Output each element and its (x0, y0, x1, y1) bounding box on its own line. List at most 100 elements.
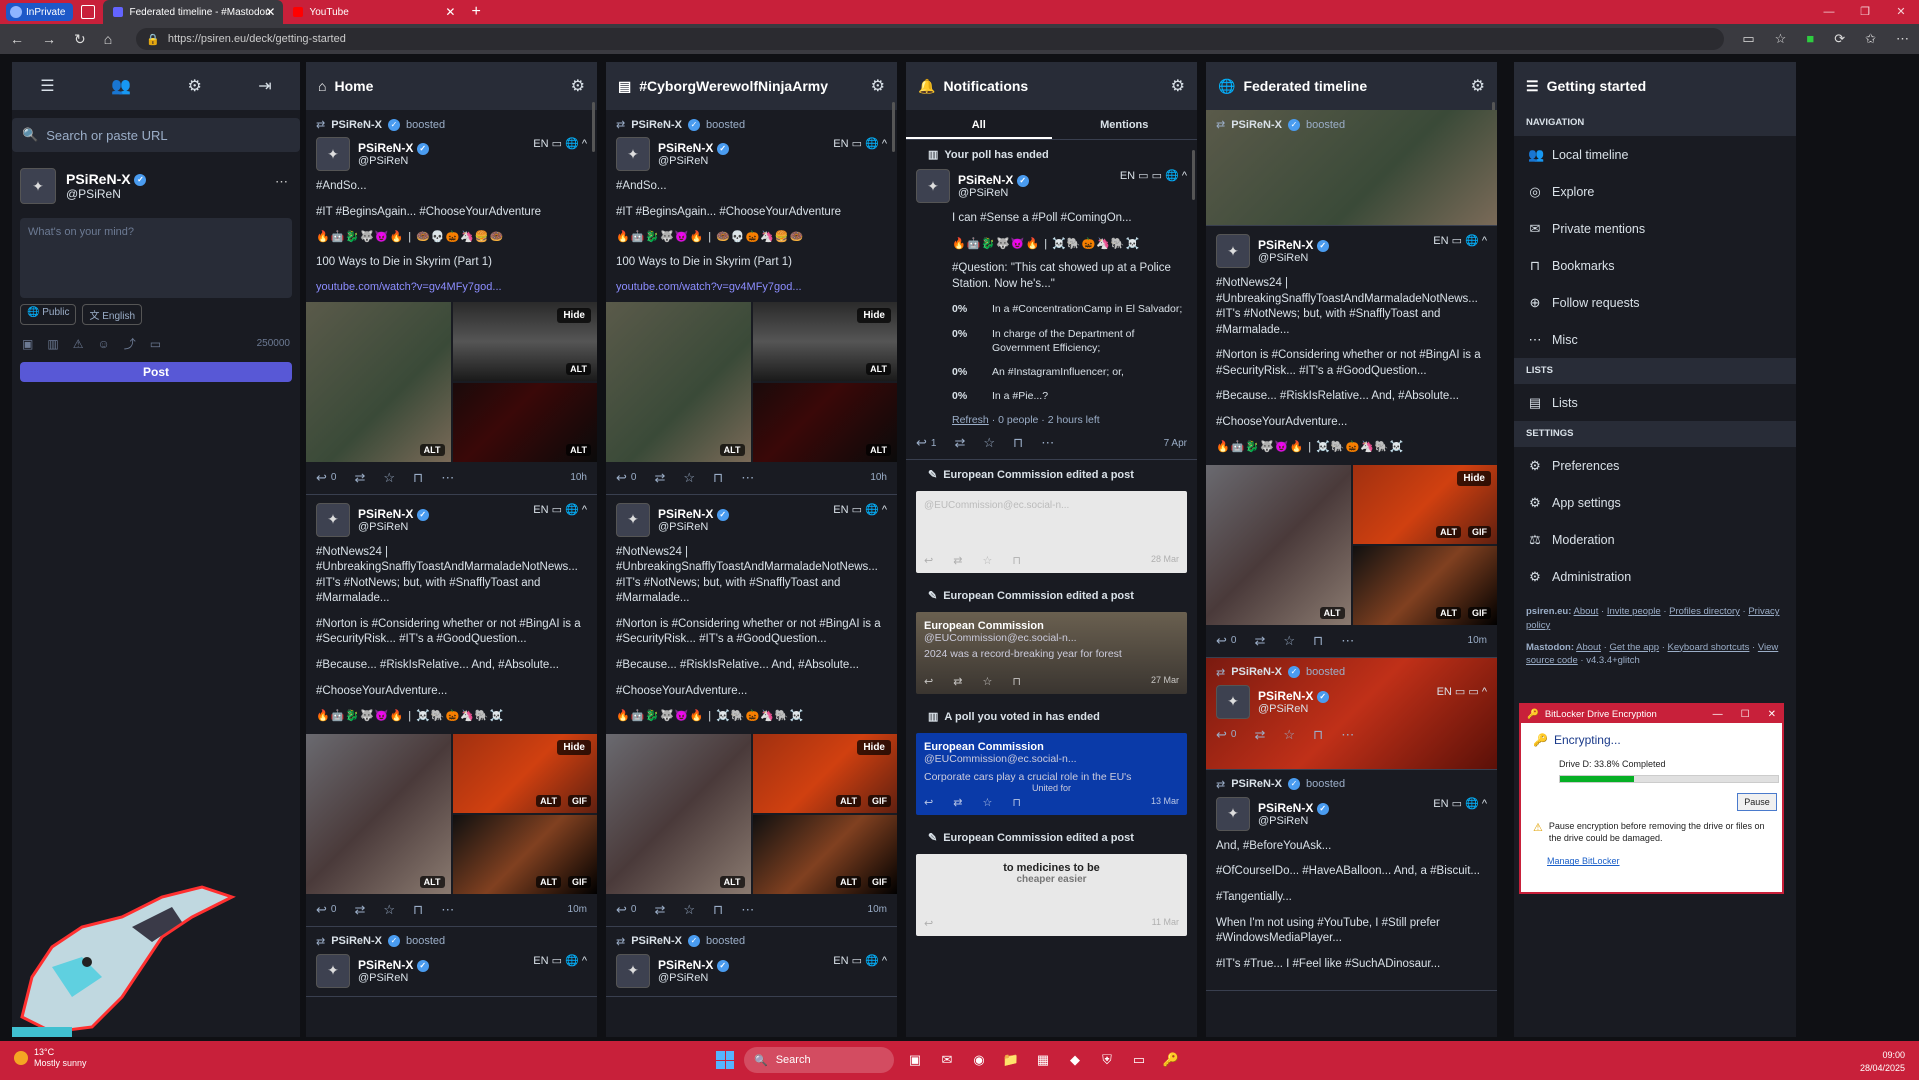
manage-bitlocker-link[interactable]: Manage BitLocker (1547, 856, 1770, 866)
favourite-icon[interactable]: ☆ (683, 902, 695, 918)
file-explorer-icon[interactable]: 📁 (1000, 1049, 1022, 1071)
taskbar-search[interactable]: 🔍 Search (744, 1047, 894, 1073)
booster-name[interactable]: PSiReN-X (1231, 666, 1282, 678)
media-image[interactable]: ALT (606, 733, 751, 894)
timestamp[interactable]: 11 Mar (1152, 917, 1179, 930)
bookmark-icon[interactable]: ⊓ (1013, 435, 1023, 451)
poll-post-preview[interactable]: European Commission @EUCommission@ec.soci… (916, 733, 1187, 816)
timestamp[interactable]: 10h (870, 472, 887, 483)
column-header[interactable]: 🌐 Federated timeline ⚙ (1206, 62, 1497, 110)
reply-icon[interactable]: ↩ (616, 470, 627, 486)
edge-icon[interactable]: ◉ (968, 1049, 990, 1071)
nav-local-timeline[interactable]: 👥 Local timeline (1514, 136, 1796, 173)
favourite-icon[interactable]: ☆ (1283, 727, 1295, 743)
nav-administration[interactable]: ⚙ Administration (1514, 558, 1796, 595)
alt-badge[interactable]: ALT (419, 875, 445, 888)
nav-bookmarks[interactable]: ⊓ Bookmarks (1514, 247, 1796, 284)
maximize-icon[interactable]: ❐ (1847, 0, 1883, 24)
alt-badge[interactable]: ALT (836, 794, 861, 807)
status[interactable]: ⇄ PSiReN-X ✓ boosted ✦ PSiReN-X ✓ @PSiReN EN… (606, 927, 897, 997)
column-header[interactable]: ☰ Getting started (1514, 62, 1796, 110)
booster-name[interactable]: PSiReN-X (1231, 778, 1282, 790)
favourite-icon[interactable]: ☆ (683, 470, 695, 486)
task-view-icon[interactable]: ▣ (904, 1049, 926, 1071)
alt-badge[interactable]: ALT (566, 362, 591, 375)
reply-icon[interactable]: ↩ (924, 796, 933, 809)
avatar[interactable]: ✦ (316, 953, 350, 988)
avatar[interactable]: ✦ (616, 953, 650, 988)
status[interactable]: ✦ PSiReN-X ✓ @PSiReN EN ▭ 🌐 ^ #NotNews24 … (606, 495, 897, 927)
start-icon[interactable] (716, 1051, 734, 1069)
boost-icon[interactable]: ⇄ (354, 470, 365, 486)
media-image[interactable]: Hide ALT GIF (452, 733, 597, 813)
author-name[interactable]: PSiReN-X (958, 173, 1013, 187)
more-icon[interactable]: ⋯ (441, 902, 454, 918)
alt-badge[interactable]: ALT (536, 794, 561, 807)
media-image[interactable]: ALT GIF (752, 814, 897, 894)
timestamp[interactable]: 7 Apr (1164, 438, 1187, 449)
column-settings-icon[interactable]: ⚙ (1171, 76, 1185, 96)
timestamp[interactable]: 10m (568, 904, 587, 915)
more-icon[interactable]: ⋯ (275, 174, 288, 190)
forward-icon[interactable]: → (42, 31, 56, 47)
nav-misc[interactable]: ⋯ Misc (1514, 321, 1796, 358)
app-icon[interactable]: ▦ (1032, 1049, 1054, 1071)
bookmark-icon[interactable]: ⊓ (1313, 727, 1323, 743)
boost-icon[interactable]: ⇄ (954, 435, 965, 451)
status[interactable]: ✦ PSiReN-X ✓ @PSiReN EN ▭ 🌐 ^ #NotNews24 … (1206, 226, 1497, 658)
nav-preferences[interactable]: ⚙ Preferences (1514, 447, 1796, 484)
status[interactable]: ⇄ PSiReN-X ✓ boosted ✦ PSiReN-X ✓ @PSiReN EN… (306, 927, 597, 997)
status[interactable]: ⇄ PSiReN-X ✓ boosted ✦ PSiReN-X ✓ @PSiReN EN… (1206, 657, 1497, 770)
alt-badge[interactable]: ALT (1319, 606, 1345, 619)
author-name[interactable]: PSiReN-X (358, 507, 413, 521)
close-window-icon[interactable]: ✕ (1883, 0, 1919, 24)
bookmark-icon[interactable]: ⊓ (713, 902, 723, 918)
column-settings-icon[interactable]: ⚙ (1471, 76, 1485, 96)
url-field[interactable]: 🔒 https://psiren.eu/deck/getting-started (136, 28, 1725, 50)
avatar[interactable]: ✦ (20, 168, 56, 204)
favourite-icon[interactable]: ☆ (982, 796, 992, 809)
timestamp[interactable]: 10m (1468, 635, 1487, 646)
bookmark-icon[interactable]: ⊓ (1313, 633, 1323, 649)
booster-name[interactable]: PSiReN-X (331, 119, 382, 131)
weather-widget[interactable]: 13°C Mostly sunny (14, 1047, 87, 1069)
favourite-icon[interactable]: ☆ (383, 470, 395, 486)
more-icon[interactable]: ⋯ (741, 470, 754, 486)
reply-icon[interactable]: ↩ (1216, 633, 1227, 649)
timestamp[interactable]: 27 Mar (1151, 675, 1179, 688)
alt-badge[interactable]: ALT (836, 875, 861, 888)
close-tab-icon[interactable]: ✕ (445, 5, 455, 19)
boost-icon[interactable]: ⇄ (354, 902, 365, 918)
hide-media-button[interactable]: Hide (857, 739, 891, 755)
nav-private-mentions[interactable]: ✉ Private mentions (1514, 210, 1796, 247)
media-image[interactable]: ALT (306, 733, 451, 894)
timestamp[interactable]: 13 Mar (1151, 796, 1179, 809)
bookmark-icon[interactable]: ⊓ (713, 470, 723, 486)
poll-refresh-link[interactable]: Refresh (952, 414, 989, 426)
edited-post-preview[interactable]: European Commission @EUCommission@ec.soci… (916, 612, 1187, 695)
column-header[interactable]: ▤ #CyborgWerewolfNinjaArmy ⚙ (606, 62, 897, 110)
avatar[interactable]: ✦ (1216, 234, 1250, 268)
logout-icon[interactable]: ⇥ (258, 76, 271, 96)
alt-badge[interactable]: ALT (536, 875, 561, 888)
boost-icon[interactable]: ⇄ (1254, 727, 1265, 743)
column-header[interactable]: 🔔 Notifications ⚙ (906, 62, 1197, 110)
people-icon[interactable]: 👥 (111, 76, 131, 96)
thread-icon[interactable]: ▭ (150, 337, 161, 351)
alt-badge[interactable]: ALT (719, 443, 745, 456)
profile-name[interactable]: PSiReN-X (66, 171, 131, 187)
youtube-link[interactable]: youtube.com/watch?v=gv4MFy7god... (616, 281, 802, 293)
preferences-icon[interactable]: ⚙ (187, 76, 201, 96)
status[interactable]: ⇄ PSiReN-X ✓ boosted ✦ PSiReN-X ✓ @PSiReN EN… (1206, 770, 1497, 992)
home-icon[interactable]: ⌂ (104, 31, 112, 47)
inprivate-badge[interactable]: InPrivate (6, 3, 74, 21)
booster-name[interactable]: PSiReN-X (331, 935, 382, 947)
reply-icon[interactable]: ↩ (616, 902, 627, 918)
alt-badge[interactable]: ALT (1436, 525, 1461, 538)
favorite-star-icon[interactable]: ☆ (1775, 31, 1787, 47)
tab-all[interactable]: All (906, 110, 1052, 139)
reply-icon[interactable]: ↩ (316, 470, 327, 486)
status-card[interactable]: European Commission @EUCommission@ec.soci… (906, 602, 1197, 702)
bookmark-icon[interactable]: ⊓ (1012, 554, 1021, 567)
menu-dots-icon[interactable]: ⋯ (1896, 31, 1909, 47)
